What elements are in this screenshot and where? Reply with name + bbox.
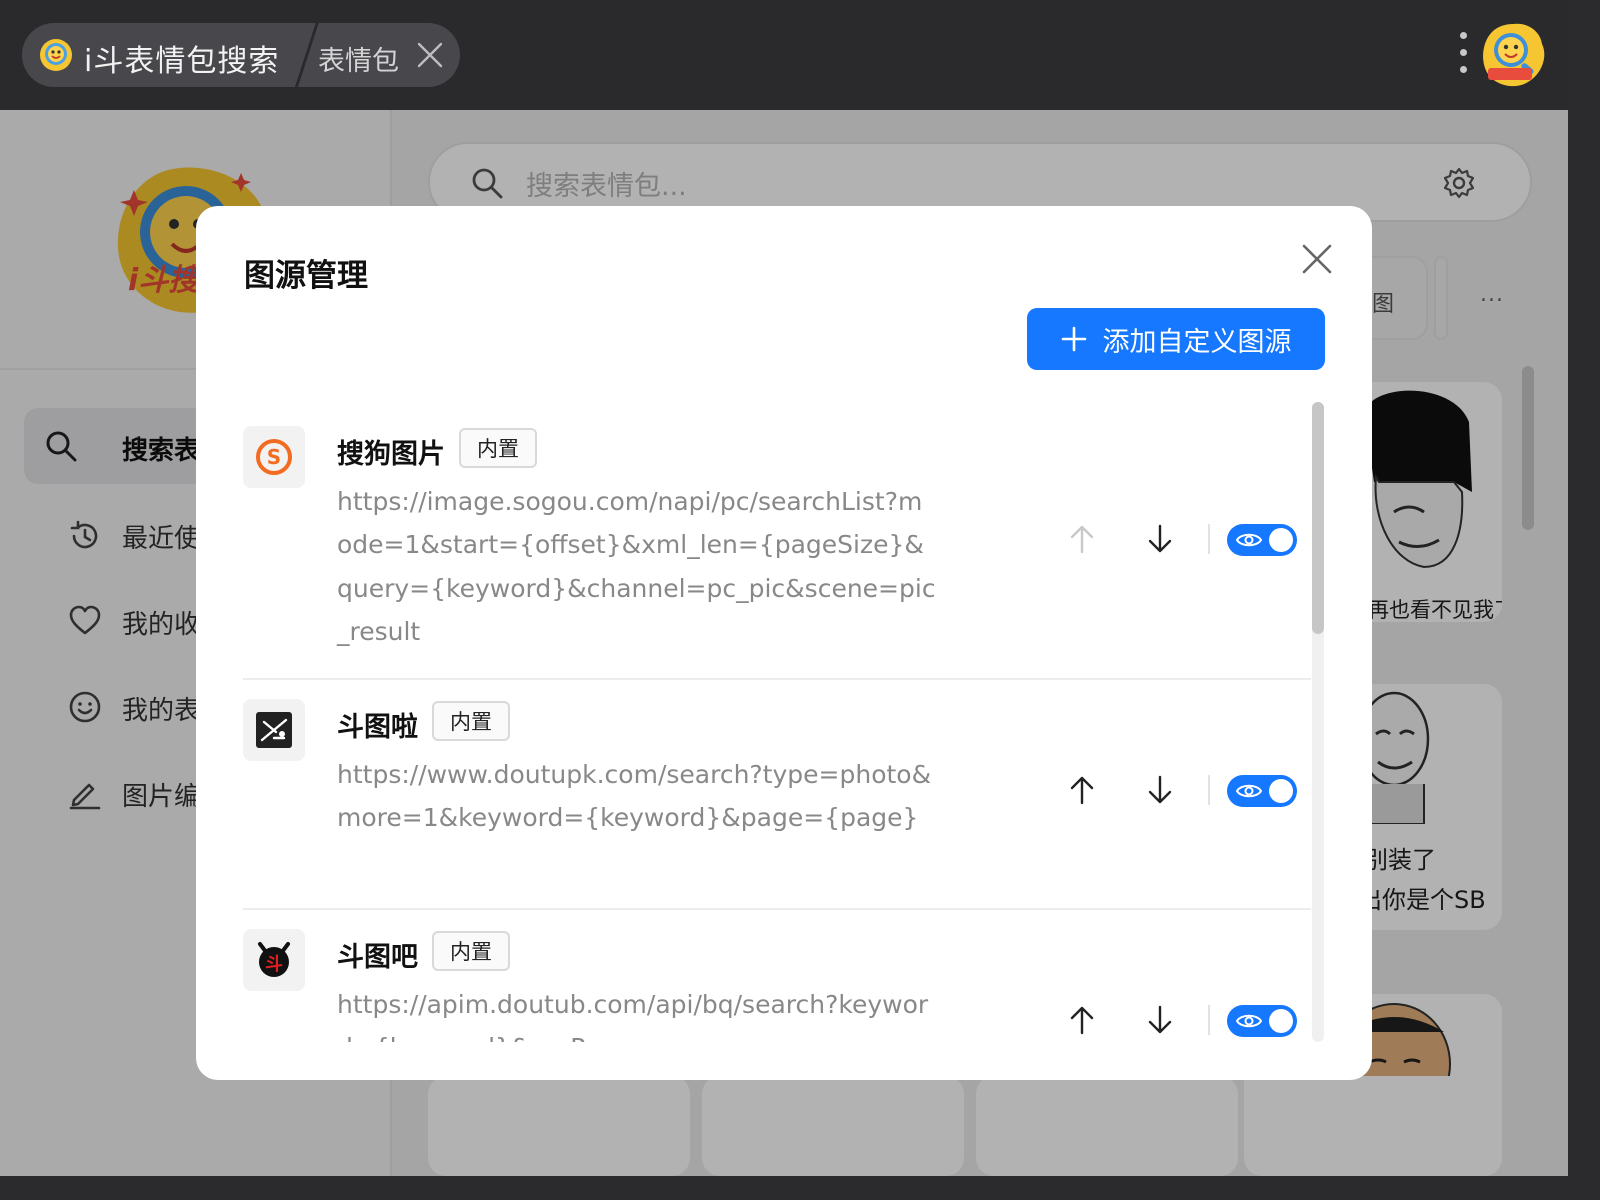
title-bar: i斗表情包搜索 表情包 <box>0 0 1568 110</box>
doutuba-logo-icon: 斗 <box>243 929 305 991</box>
eye-icon <box>1236 1014 1262 1028</box>
builtin-tag: 内置 <box>432 931 510 971</box>
builtin-tag: 内置 <box>432 701 510 741</box>
divider <box>1208 524 1210 554</box>
divider <box>1208 1005 1210 1035</box>
svg-text:S: S <box>267 445 281 469</box>
arrow-up-icon[interactable] <box>1065 522 1099 556</box>
visibility-toggle[interactable] <box>1227 775 1297 807</box>
arrow-down-icon[interactable] <box>1143 522 1177 556</box>
app-avatar-icon[interactable] <box>1478 20 1548 90</box>
source-url: https://www.doutupk.com/search?type=phot… <box>337 760 932 833</box>
toggle-knob <box>1269 528 1293 552</box>
more-menu-icon[interactable] <box>1453 32 1473 78</box>
add-custom-source-button[interactable]: 添加自定义图源 <box>1027 308 1325 370</box>
toggle-knob <box>1269 779 1293 803</box>
app-tab-title: i斗表情包搜索 <box>84 44 280 79</box>
doutula-logo-icon <box>243 699 305 761</box>
eye-icon <box>1236 533 1262 547</box>
arrow-up-icon[interactable] <box>1065 773 1099 807</box>
source-url: https://image.sogou.com/napi/pc/searchLi… <box>337 487 936 646</box>
close-icon[interactable] <box>1300 242 1334 276</box>
add-custom-source-label: 添加自定义图源 <box>1102 326 1292 358</box>
row-divider <box>243 678 1311 680</box>
arrow-down-icon[interactable] <box>1143 773 1177 807</box>
source-name: 斗图吧 <box>337 942 418 973</box>
arrow-up-icon[interactable] <box>1065 1003 1099 1037</box>
close-tab-icon[interactable] <box>415 40 445 70</box>
toggle-knob <box>1269 1009 1293 1033</box>
dialog-title: 图源管理 <box>244 258 368 294</box>
source-manager-dialog: 图源管理 添加自定义图源 S 搜狗图片 内置 https://image.sog… <box>196 206 1372 1080</box>
source-url: https://apim.doutub.com/api/bq/search?ke… <box>337 990 929 1042</box>
source-name: 搜狗图片 <box>337 439 445 470</box>
tab-emoji[interactable]: 表情包 <box>318 39 399 78</box>
svg-text:斗: 斗 <box>265 954 283 975</box>
tab-app-home[interactable]: i斗表情包搜索 <box>22 23 312 87</box>
visibility-toggle[interactable] <box>1227 1005 1297 1037</box>
source-list: S 搜狗图片 内置 https://image.sogou.com/napi/p… <box>243 402 1315 1042</box>
dialog-scrollbar[interactable] <box>1312 402 1324 634</box>
arrow-down-icon[interactable] <box>1143 1003 1177 1037</box>
tab-strip: i斗表情包搜索 表情包 <box>22 23 460 87</box>
plus-icon <box>1061 326 1086 352</box>
app-logo-icon <box>40 39 72 71</box>
sogou-logo-icon: S <box>243 426 305 488</box>
source-name: 斗图啦 <box>337 712 418 743</box>
row-divider <box>243 908 1311 910</box>
visibility-toggle[interactable] <box>1227 524 1297 556</box>
builtin-tag: 内置 <box>459 428 537 468</box>
eye-icon <box>1236 784 1262 798</box>
divider <box>1208 775 1210 805</box>
